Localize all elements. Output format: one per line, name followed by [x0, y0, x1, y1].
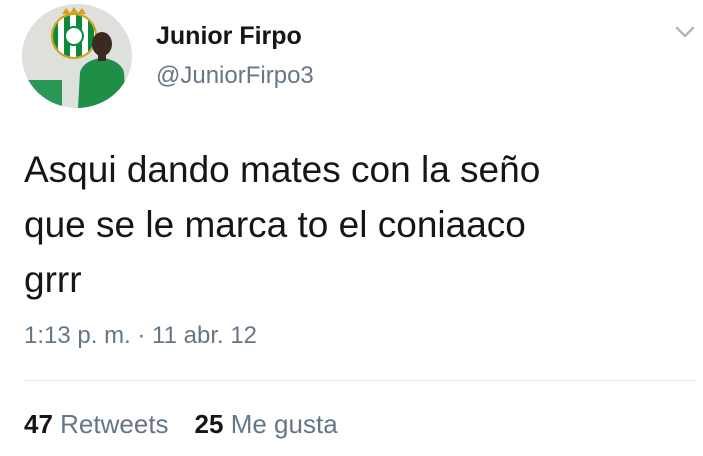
user-handle[interactable]: @JuniorFirpo3	[156, 62, 314, 90]
tweet-card: Junior Firpo @JuniorFirpo3 Asqui dando m…	[0, 0, 703, 456]
tweet-timestamp[interactable]: 1:13 p. m. · 11 abr. 12	[24, 322, 257, 350]
chevron-down-icon[interactable]	[672, 22, 698, 42]
retweets-stat[interactable]: 47 Retweets	[24, 409, 169, 440]
avatar[interactable]	[22, 4, 132, 108]
user-display-name[interactable]: Junior Firpo	[156, 22, 302, 51]
avatar-image	[22, 4, 132, 108]
tweet-stats: 47 Retweets 25 Me gusta	[24, 409, 338, 440]
tweet-text-line: grrr	[24, 259, 82, 300]
retweets-label: Retweets	[60, 409, 169, 439]
tweet-text: Asqui dando mates con la seño que se le …	[24, 142, 684, 307]
tweet-text-line: que se le marca to el coniaaco	[24, 204, 526, 245]
divider	[24, 380, 696, 381]
retweets-count: 47	[24, 409, 53, 439]
likes-count: 25	[194, 409, 224, 439]
tweet-text-line: Asqui dando mates con la seño	[24, 149, 541, 190]
likes-label: Me gusta	[230, 409, 338, 439]
likes-stat[interactable]: 25 Me gusta	[195, 409, 338, 440]
